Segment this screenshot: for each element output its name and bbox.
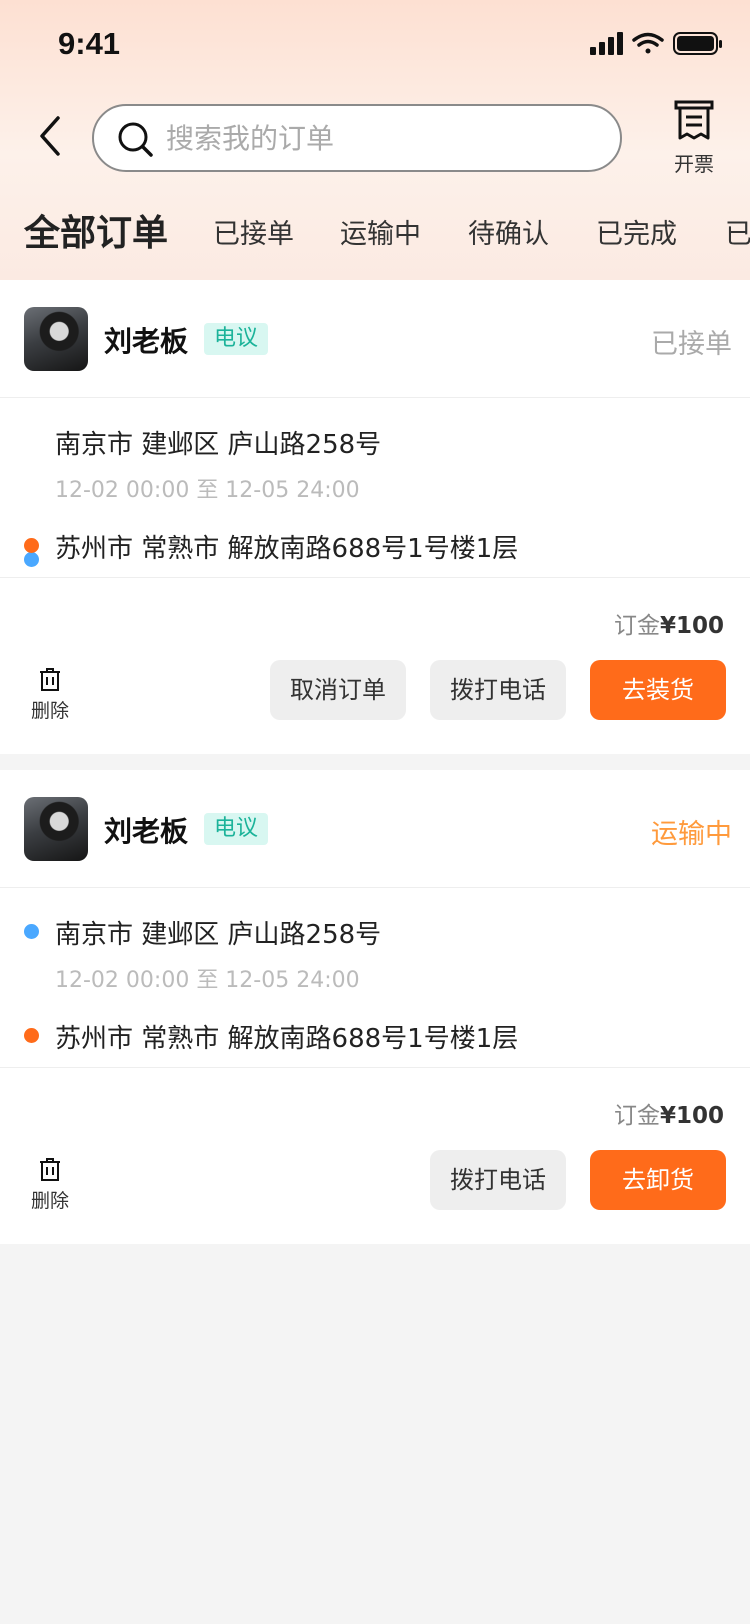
go-unload-button[interactable]: 去卸货 (590, 1150, 726, 1210)
route-info: 南京市 建邺区 庐山路258号 12-02 00:00 至 12-05 24:0… (0, 888, 750, 1068)
deposit-label: 订金 (613, 1103, 660, 1129)
dropoff-address: 苏州市 常熟市 解放南路688号1号楼1层 (55, 1024, 519, 1054)
route-info: 南京市 建邺区 庐山路258号 12-02 00:00 至 12-05 24:0… (0, 398, 750, 578)
delete-label: 删除 (30, 1190, 69, 1212)
order-status-tabs: 全部订单 已接单 运输中 待确认 已完成 已 (0, 200, 750, 262)
wifi-icon (632, 32, 664, 54)
dropoff-dot-icon (24, 538, 39, 553)
pickup-dot-icon (24, 552, 39, 567)
owner-name: 刘老板 (104, 325, 189, 358)
tab-pending-confirm[interactable]: 待确认 (468, 212, 549, 251)
trash-icon (40, 668, 60, 691)
avatar (24, 797, 88, 861)
deposit-amount: ¥100 (659, 1103, 724, 1129)
avatar (24, 307, 88, 371)
search-bar[interactable] (92, 104, 622, 172)
pickup-dot-icon (24, 924, 39, 939)
deposit-amount: ¥100 (659, 613, 724, 639)
order-card-footer: 订金¥100 删除 取消订单 拨打电话 去装货 (0, 578, 750, 750)
delete-label: 删除 (30, 700, 69, 722)
dropoff-address: 苏州市 常熟市 解放南路688号1号楼1层 (55, 534, 519, 564)
tab-accepted[interactable]: 已接单 (213, 212, 294, 251)
call-button[interactable]: 拨打电话 (430, 1150, 566, 1210)
negotiable-tag: 电议 (204, 323, 269, 355)
order-card-header: 刘老板 电议 运输中 (0, 770, 750, 888)
back-button[interactable] (34, 112, 70, 160)
cellular-signal-icon (590, 32, 623, 55)
time-window: 12-02 00:00 至 12-05 24:00 (55, 478, 360, 503)
order-status: 已接单 (651, 329, 732, 360)
search-input[interactable] (166, 118, 586, 158)
go-load-button[interactable]: 去装货 (590, 660, 726, 720)
tab-all-orders[interactable]: 全部订单 (24, 204, 168, 256)
order-card[interactable]: 刘老板 电议 运输中 南京市 建邺区 庐山路258号 12-02 00:00 至… (0, 770, 750, 1244)
dropoff-dot-icon (24, 1028, 39, 1043)
invoice-button[interactable]: 开票 (664, 100, 724, 177)
battery-icon (673, 32, 722, 55)
order-card-footer: 订金¥100 删除 拨打电话 去卸货 (0, 1068, 750, 1240)
search-icon (116, 120, 156, 164)
invoice-label: 开票 (674, 152, 714, 176)
cancel-order-button[interactable]: 取消订单 (270, 660, 406, 720)
tab-completed[interactable]: 已完成 (596, 212, 677, 251)
time-window: 12-02 00:00 至 12-05 24:00 (55, 968, 360, 993)
trash-icon (40, 1158, 60, 1181)
delete-button[interactable]: 删除 (28, 668, 72, 723)
order-card-header: 刘老板 电议 已接单 (0, 280, 750, 398)
pickup-address: 南京市 建邺区 庐山路258号 (55, 920, 382, 950)
header-background: 9:41 搜索我的订单 开票 全部订单 已接单 运输中 待确认 已完成 已 (0, 0, 750, 280)
tab-in-transit[interactable]: 运输中 (340, 212, 421, 251)
deposit: 订金¥100 (614, 1096, 724, 1130)
status-icons (590, 30, 722, 58)
delete-button[interactable]: 删除 (28, 1158, 72, 1213)
chevron-left-icon (40, 116, 60, 156)
order-card[interactable]: 刘老板 电议 已接单 南京市 建邺区 庐山路258号 12-02 00:00 至… (0, 280, 750, 754)
deposit-label: 订金 (613, 613, 660, 639)
pickup-address: 南京市 建邺区 庐山路258号 (55, 430, 382, 460)
status-time: 9:41 (58, 26, 121, 61)
deposit: 订金¥100 (614, 606, 724, 640)
owner-name: 刘老板 (104, 815, 189, 848)
tab-overflow[interactable]: 已 (725, 212, 750, 251)
call-button[interactable]: 拨打电话 (430, 660, 566, 720)
receipt-icon (674, 100, 714, 140)
negotiable-tag: 电议 (204, 813, 269, 845)
order-status: 运输中 (651, 819, 732, 850)
